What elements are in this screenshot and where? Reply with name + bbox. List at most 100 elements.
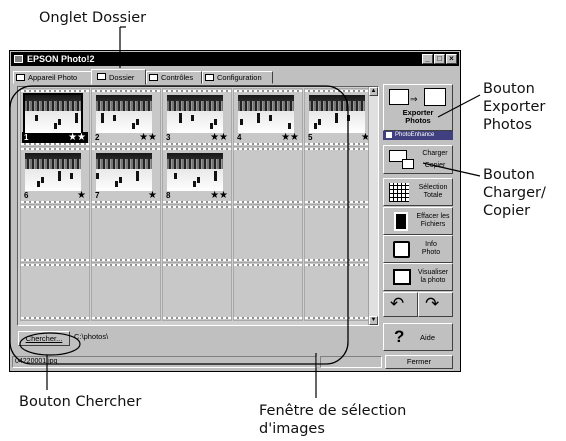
photos-icon bbox=[424, 88, 446, 106]
tab-label: Dossier bbox=[109, 73, 135, 82]
tab-label: Configuration bbox=[217, 73, 262, 82]
load-copy-button[interactable]: Charger Copier bbox=[383, 145, 453, 174]
status-filename: 04220001.jpg bbox=[12, 356, 317, 368]
camera-icon bbox=[16, 74, 25, 81]
tab-label: Contrôles bbox=[161, 73, 194, 82]
thumbnail-slot[interactable] bbox=[20, 262, 90, 321]
thumbnail-slot[interactable] bbox=[233, 146, 303, 205]
grid-icon bbox=[389, 183, 409, 202]
thumbnail-slot[interactable] bbox=[162, 204, 232, 263]
window-title: EPSON Photo!2 bbox=[27, 54, 95, 64]
maximize-button[interactable]: □ bbox=[434, 54, 445, 64]
delete-label-line: Effacer les bbox=[416, 213, 450, 220]
info-label-line: Info bbox=[425, 241, 437, 248]
photo-thumbnail bbox=[167, 153, 223, 191]
delete-files-button[interactable]: Effacer les Fichiers bbox=[383, 207, 453, 235]
info-icon bbox=[393, 241, 410, 258]
photo-number: 8 bbox=[166, 191, 171, 200]
export-label-line: Photos bbox=[405, 116, 431, 125]
export-photos-button[interactable]: ⇒ Exporter Photos bbox=[383, 84, 453, 131]
folder-path: C:\photos\ bbox=[74, 332, 109, 341]
photo-enhance-checkbox[interactable] bbox=[386, 132, 392, 138]
callout-line: Copier bbox=[483, 203, 531, 219]
photo-number: 5 bbox=[308, 133, 313, 142]
view-photo-button[interactable]: Visualiser la photo bbox=[383, 263, 453, 291]
photo-thumbnail bbox=[23, 93, 83, 135]
callout-load-copy: Bouton Charger/ Copier bbox=[483, 166, 546, 220]
config-icon bbox=[205, 74, 214, 81]
scroll-down-icon[interactable]: ▼ bbox=[369, 316, 378, 325]
app-icon bbox=[14, 55, 23, 63]
close-window-button[interactable]: × bbox=[446, 54, 457, 64]
tab-camera[interactable]: Appareil Photo bbox=[13, 71, 93, 84]
progress-bar bbox=[320, 356, 382, 368]
photo-thumbnail bbox=[238, 95, 294, 133]
callout-export-photos: Bouton Exporter Photos bbox=[483, 80, 545, 134]
thumbnail-slot[interactable] bbox=[304, 204, 374, 263]
thumbnail-slot[interactable]: 8 ★★ bbox=[162, 146, 232, 205]
search-button-label: Chercher... bbox=[25, 334, 63, 343]
thumbnail-slot[interactable] bbox=[304, 262, 374, 321]
thumbnail-slot[interactable]: 1 ★★ bbox=[20, 88, 90, 147]
photo-enhance-label: PhotoEnhance bbox=[395, 132, 435, 138]
callout-line: Fenêtre de sélection bbox=[259, 403, 407, 419]
folder-icon bbox=[97, 73, 106, 80]
thumbnail-slot[interactable]: 7 ★ bbox=[91, 146, 161, 205]
view-label-line: Visualiser bbox=[417, 269, 449, 276]
tab-controls[interactable]: Contrôles bbox=[146, 71, 202, 84]
star-rating-icon: ★★ bbox=[68, 132, 86, 143]
photo-thumbnail bbox=[309, 95, 365, 133]
thumbnail-slot[interactable]: 2 ★★ bbox=[91, 88, 161, 147]
callout-tab-folder: Onglet Dossier bbox=[39, 10, 147, 26]
callout-line: d'images bbox=[259, 421, 325, 437]
minimize-button[interactable]: _ bbox=[422, 54, 433, 64]
vertical-scrollbar[interactable]: ▲ ▼ bbox=[368, 87, 378, 325]
image-selection-window[interactable]: 8 ★★ 7 ★ 6 ★ 5 ★ 4 ★★ 3 ★★ 2 ★★ 1 ★★ ▲ ▼ bbox=[17, 86, 379, 326]
thumbnail-slot[interactable] bbox=[91, 262, 161, 321]
photo-number: 7 bbox=[95, 191, 100, 200]
callout-line: Charger/ bbox=[483, 185, 546, 201]
delete-label-line: Fichiers bbox=[420, 221, 446, 228]
photo-number: 6 bbox=[24, 191, 29, 200]
thumbnail-slot[interactable]: 3 ★★ bbox=[162, 88, 232, 147]
tab-folder[interactable]: Dossier bbox=[91, 69, 146, 85]
delete-label: Effacer les Fichiers bbox=[414, 213, 452, 229]
copy-label-line: Copier bbox=[424, 162, 446, 169]
close-button[interactable]: Fermer bbox=[385, 355, 453, 369]
select-all-button[interactable]: Sélection Totale bbox=[383, 178, 453, 206]
rotate-left-button[interactable]: ↶ bbox=[383, 292, 418, 317]
thumbnail-slot[interactable]: 6 ★ bbox=[20, 146, 90, 205]
scroll-up-icon[interactable]: ▲ bbox=[369, 87, 378, 96]
thumbnail-slot[interactable]: 4 ★★ bbox=[233, 88, 303, 147]
thumbnail-slot[interactable] bbox=[91, 204, 161, 263]
thumbnail-slot[interactable] bbox=[233, 204, 303, 263]
view-label-line: la photo bbox=[420, 277, 446, 284]
load-label-line: Charger bbox=[422, 150, 448, 157]
star-rating-icon: ★ bbox=[77, 190, 86, 201]
export-label: Exporter Photos bbox=[384, 109, 452, 125]
photo-info-button[interactable]: Info Photo bbox=[383, 235, 453, 263]
select-all-line: Totale bbox=[423, 192, 443, 199]
thumbnail-slot[interactable] bbox=[20, 204, 90, 263]
rotate-right-icon: ↷ bbox=[425, 294, 440, 313]
photo-thumbnail bbox=[167, 95, 223, 133]
thumbnail-slot[interactable] bbox=[304, 146, 374, 205]
photo-number: 1 bbox=[24, 133, 29, 142]
rotate-left-icon: ↶ bbox=[390, 294, 405, 313]
tab-configuration[interactable]: Configuration bbox=[202, 71, 273, 84]
callout-search: Bouton Chercher bbox=[19, 394, 142, 410]
help-icon: ? bbox=[394, 327, 405, 346]
info-label: Info Photo bbox=[416, 241, 446, 257]
help-button[interactable]: ? Aide bbox=[383, 323, 453, 351]
search-button[interactable]: Chercher... bbox=[18, 331, 70, 346]
thumbnail-slot[interactable] bbox=[233, 262, 303, 321]
controls-icon bbox=[149, 74, 158, 81]
callout-line: Photos bbox=[483, 117, 532, 133]
thumbnail-slot[interactable] bbox=[162, 262, 232, 321]
thumbnail-slot[interactable]: 5 ★ bbox=[304, 88, 374, 147]
rotate-right-button[interactable]: ↷ bbox=[418, 292, 453, 317]
callout-line: Bouton bbox=[483, 81, 535, 97]
star-rating-icon: ★★ bbox=[210, 132, 228, 143]
star-rating-icon: ★★ bbox=[281, 132, 299, 143]
photo-enhance-option[interactable]: PhotoEnhance bbox=[383, 131, 453, 140]
